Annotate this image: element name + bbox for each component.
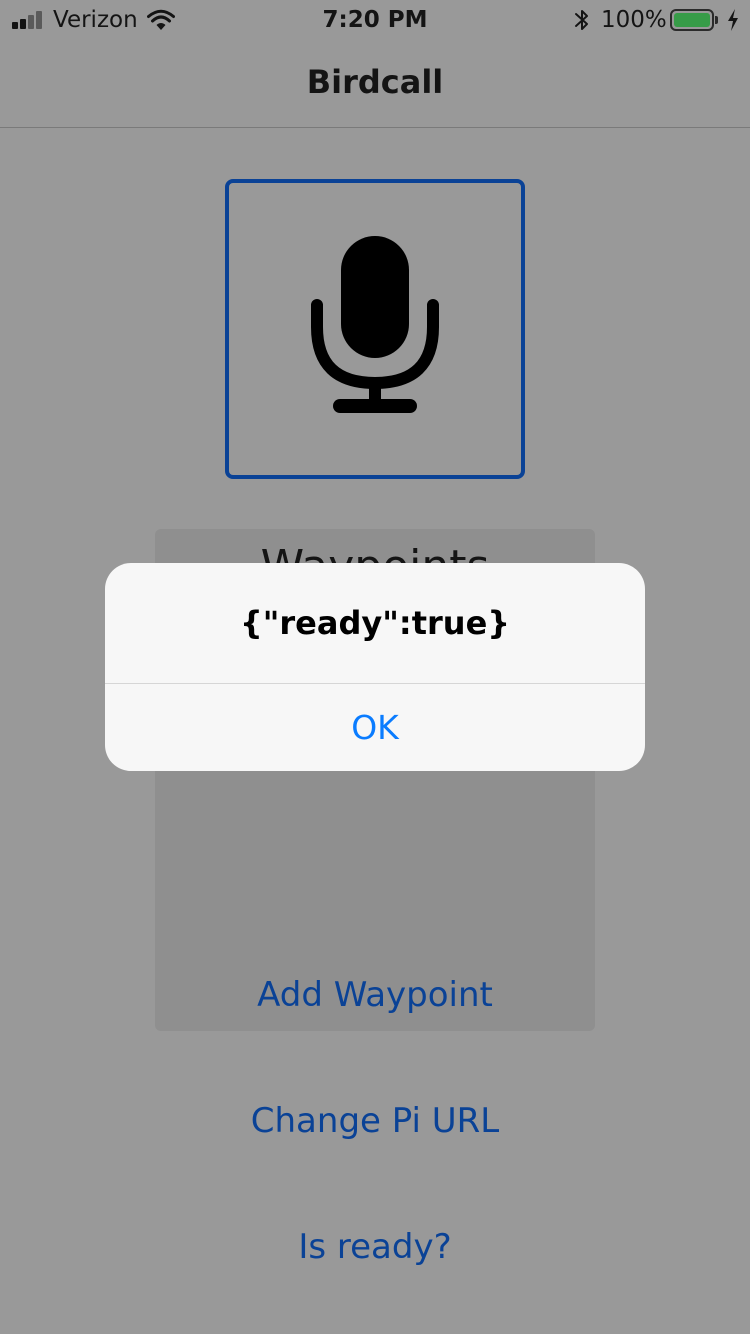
charging-bolt-icon [728,9,738,31]
page-title: Birdcall [306,63,444,101]
is-ready-button[interactable]: Is ready? [0,1223,750,1271]
change-pi-url-button[interactable]: Change Pi URL [0,1097,750,1145]
navigation-bar: Birdcall [0,40,750,128]
record-button[interactable] [225,179,525,479]
bluetooth-icon [575,10,588,30]
alert-dialog: {"ready":true} OK [105,563,645,771]
add-waypoint-button[interactable]: Add Waypoint [155,971,595,1019]
battery-icon [670,9,714,31]
battery-nub [715,16,718,24]
status-bar: Verizon 7:20 PM 100% [0,0,750,40]
battery-percentage: 100% [601,7,667,33]
alert-ok-button[interactable]: OK [105,684,645,771]
microphone-icon [311,236,439,413]
alert-message: {"ready":true} [239,604,511,642]
